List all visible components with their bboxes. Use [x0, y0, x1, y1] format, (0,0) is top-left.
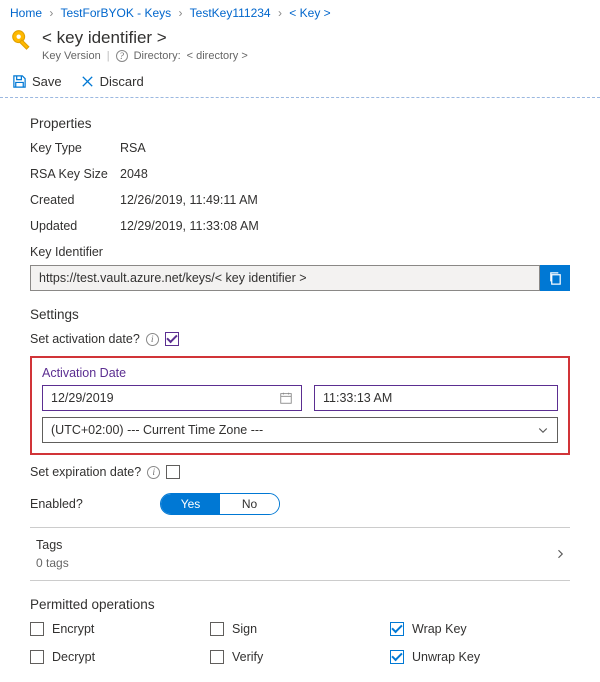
enabled-label: Enabled? [30, 497, 160, 511]
title-directory-label: Directory: [134, 50, 181, 62]
wrap-checkbox[interactable] [390, 622, 404, 636]
divider [30, 580, 570, 581]
tags-row[interactable]: Tags 0 tags [30, 528, 570, 574]
chevron-right-icon [554, 548, 566, 560]
settings-heading: Settings [30, 307, 570, 322]
timezone-value: (UTC+02:00) --- Current Time Zone --- [51, 423, 263, 437]
identifier-input[interactable]: https://test.vault.azure.net/keys/< key … [30, 265, 540, 291]
tags-label: Tags [36, 538, 69, 552]
info-icon[interactable]: i [146, 333, 159, 346]
set-activation-label: Set activation date? [30, 332, 140, 346]
rsa-size-label: RSA Key Size [30, 167, 120, 181]
command-bar: Save Discard [0, 68, 600, 98]
chevron-right-icon: › [49, 6, 53, 20]
info-icon[interactable]: ? [116, 50, 128, 62]
discard-button[interactable]: Discard [80, 74, 144, 89]
enabled-yes[interactable]: Yes [161, 494, 220, 514]
chevron-right-icon: › [179, 6, 183, 20]
save-button[interactable]: Save [12, 74, 62, 89]
sign-label: Sign [232, 622, 257, 636]
decrypt-checkbox[interactable] [30, 650, 44, 664]
verify-checkbox[interactable] [210, 650, 224, 664]
verify-label: Verify [232, 650, 263, 664]
tags-count: 0 tags [36, 556, 69, 570]
timezone-select[interactable]: (UTC+02:00) --- Current Time Zone --- [42, 417, 558, 443]
activation-time-input[interactable]: 11:33:13 AM [314, 385, 558, 411]
permitted-heading: Permitted operations [30, 597, 570, 612]
activation-date-value: 12/29/2019 [51, 391, 114, 405]
page-title: < key identifier > [42, 28, 248, 48]
copy-button[interactable] [540, 265, 570, 291]
updated-value: 12/29/2019, 11:33:08 AM [120, 219, 259, 233]
created-label: Created [30, 193, 120, 207]
enabled-no[interactable]: No [220, 494, 279, 514]
breadcrumb-version[interactable]: < Key > [289, 6, 330, 20]
breadcrumb-home[interactable]: Home [10, 6, 42, 20]
decrypt-label: Decrypt [52, 650, 95, 664]
set-activation-checkbox[interactable] [165, 332, 179, 346]
info-icon[interactable]: i [147, 466, 160, 479]
chevron-down-icon [537, 424, 549, 436]
set-expiration-label: Set expiration date? [30, 465, 141, 479]
breadcrumb-vault[interactable]: TestForBYOK - Keys [60, 6, 171, 20]
encrypt-label: Encrypt [52, 622, 94, 636]
calendar-icon [279, 391, 293, 405]
breadcrumb: Home › TestForBYOK - Keys › TestKey11123… [0, 0, 600, 26]
unwrap-checkbox[interactable] [390, 650, 404, 664]
breadcrumb-key[interactable]: TestKey111234 [190, 6, 271, 20]
created-value: 12/26/2019, 11:49:11 AM [120, 193, 258, 207]
title-bar: < key identifier > Key Version | ? Direc… [0, 26, 600, 68]
rsa-size-value: 2048 [120, 167, 148, 181]
activation-time-value: 11:33:13 AM [323, 391, 392, 405]
updated-label: Updated [30, 219, 120, 233]
key-type-label: Key Type [30, 141, 120, 155]
enabled-toggle[interactable]: Yes No [160, 493, 280, 515]
activation-date-input[interactable]: 12/29/2019 [42, 385, 302, 411]
title-directory-value: < directory > [187, 50, 248, 62]
wrap-label: Wrap Key [412, 622, 467, 636]
sign-checkbox[interactable] [210, 622, 224, 636]
set-expiration-checkbox[interactable] [166, 465, 180, 479]
encrypt-checkbox[interactable] [30, 622, 44, 636]
title-sub-version: Key Version [42, 50, 101, 62]
key-type-value: RSA [120, 141, 146, 155]
discard-label: Discard [100, 74, 144, 89]
properties-heading: Properties [30, 116, 570, 131]
unwrap-label: Unwrap Key [412, 650, 480, 664]
key-icon [10, 28, 36, 57]
chevron-right-icon: › [278, 6, 282, 20]
save-label: Save [32, 74, 62, 89]
activation-date-heading: Activation Date [42, 366, 558, 380]
copy-icon [548, 271, 563, 286]
activation-date-group: Activation Date 12/29/2019 11:33:13 AM (… [30, 356, 570, 455]
identifier-label: Key Identifier [30, 245, 570, 259]
